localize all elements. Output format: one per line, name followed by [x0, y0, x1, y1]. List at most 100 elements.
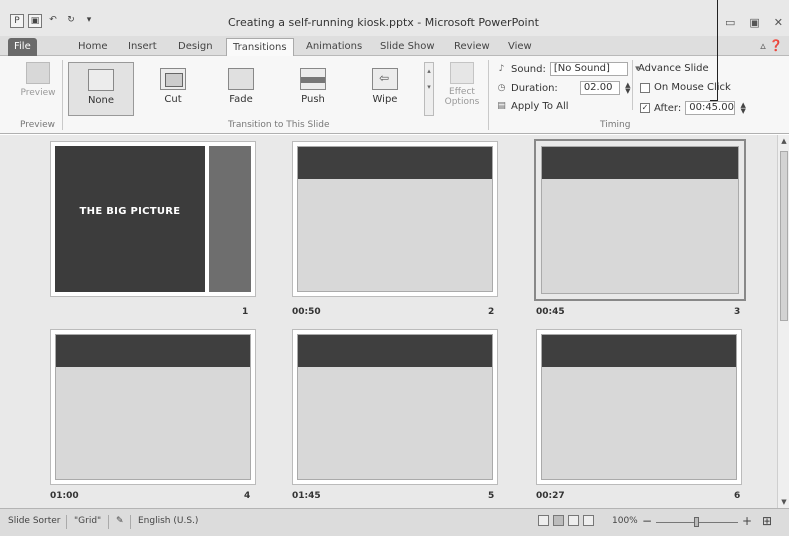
window-controls: ▭ ▣ ✕	[725, 16, 783, 29]
tab-review[interactable]: Review	[448, 38, 496, 56]
after-label: After:	[654, 102, 682, 114]
transition-label: None	[87, 95, 115, 106]
transition-push[interactable]: Push	[280, 62, 346, 116]
transition-fade[interactable]: Fade	[208, 62, 274, 116]
view-buttons	[538, 515, 594, 526]
duration-row: ◷ Duration: 02.00 ▲ ▼	[496, 81, 632, 95]
transition-wipe[interactable]: Wipe	[352, 62, 418, 116]
save-icon[interactable]: ▣	[28, 14, 42, 28]
push-transition-icon	[300, 68, 326, 90]
cut-transition-icon	[160, 68, 186, 90]
effect-options-icon	[450, 62, 474, 84]
title-slide-panel	[55, 146, 205, 292]
slide-content	[541, 146, 739, 294]
preview-icon	[26, 62, 50, 84]
sound-row: ♪ Sound: [No Sound] ▾	[496, 62, 643, 76]
duration-spinner[interactable]: ▲ ▼	[624, 82, 632, 95]
zoom-out-icon[interactable]: −	[642, 514, 652, 528]
slide-content	[55, 334, 251, 480]
tab-insert[interactable]: Insert	[122, 38, 163, 56]
language-indicator[interactable]: English (U.S.)	[138, 516, 198, 526]
close-icon[interactable]: ✕	[774, 16, 783, 29]
slide-timing: 00:27	[536, 491, 565, 501]
after-time-input[interactable]: 00:45.00	[685, 101, 736, 115]
scroll-thumb[interactable]	[780, 151, 788, 321]
clock-icon: ◷	[497, 82, 506, 93]
after-spinner[interactable]: ▲ ▼	[739, 102, 747, 115]
status-divider	[130, 515, 131, 529]
timing-group-label: Timing	[600, 120, 631, 130]
slide-show-view-icon[interactable]	[583, 515, 594, 526]
slide-timing: 01:00	[50, 491, 79, 501]
tab-design[interactable]: Design	[172, 38, 219, 56]
gallery-scroll-button[interactable]: ▴ ▾	[424, 62, 434, 116]
apply-to-all-button[interactable]: Apply To All	[511, 101, 569, 112]
on-mouse-click-checkbox[interactable]	[640, 82, 650, 93]
tab-transitions[interactable]: Transitions	[226, 38, 294, 57]
undo-icon[interactable]: ↶	[46, 14, 60, 28]
status-divider	[66, 515, 67, 529]
spell-check-icon[interactable]: ✎	[116, 516, 124, 526]
slide-thumbnail-3[interactable]	[534, 139, 746, 301]
slide-header-bar	[542, 147, 738, 179]
slide-timing: 00:50	[292, 307, 321, 317]
slide-header-bar	[298, 147, 492, 179]
zoom-level[interactable]: 100%	[612, 516, 638, 526]
powerpoint-app-icon[interactable]: P	[10, 14, 24, 28]
after-row: ✓ After: 00:45.00 ▲ ▼	[640, 101, 747, 115]
transition-group-label: Transition to This Slide	[228, 120, 330, 130]
slide-number: 1	[242, 307, 249, 317]
scroll-down-icon[interactable]: ▼	[780, 498, 788, 506]
preview-button[interactable]: Preview	[18, 62, 58, 98]
callout-tick	[710, 100, 718, 101]
normal-view-icon[interactable]	[538, 515, 549, 526]
help-icon[interactable]: ▵ ❓	[760, 39, 783, 52]
vertical-scrollbar[interactable]: ▲ ▼	[777, 135, 789, 508]
zoom-slider-knob[interactable]	[694, 517, 699, 527]
slide-thumbnail-6[interactable]	[536, 329, 742, 485]
slide-content	[541, 334, 737, 480]
redo-icon[interactable]: ↻	[64, 14, 78, 28]
slide-header-bar	[56, 335, 250, 367]
slide-timing: 00:45	[536, 307, 565, 317]
quick-access-toolbar: P ▣ ↶ ↻ ▾	[10, 14, 96, 28]
duration-label: Duration:	[511, 82, 558, 94]
tab-slide-show[interactable]: Slide Show	[374, 38, 441, 56]
customize-qat-icon[interactable]: ▾	[82, 14, 96, 28]
duration-input[interactable]: 02.00	[579, 81, 620, 95]
transition-label: Wipe	[372, 94, 398, 105]
scroll-up-icon[interactable]: ▲	[780, 137, 788, 145]
tab-view[interactable]: View	[502, 38, 538, 56]
minimize-icon[interactable]: ▭	[725, 16, 735, 29]
tab-home[interactable]: Home	[72, 38, 114, 56]
sound-dropdown[interactable]: [No Sound]	[549, 62, 628, 76]
slide-sorter-pane: THE BIG PICTURE 1 00:50 2 00:45 3 01:00 …	[0, 135, 777, 508]
after-checkbox[interactable]: ✓	[640, 103, 650, 113]
status-divider	[108, 515, 109, 529]
effect-options-button[interactable]: Effect Options	[440, 62, 484, 107]
fit-to-window-icon[interactable]: ⊞	[762, 514, 772, 528]
slide-content	[297, 146, 493, 292]
slide-thumbnail-5[interactable]	[292, 329, 498, 485]
restore-icon[interactable]: ▣	[749, 16, 759, 29]
slide-number: 5	[488, 491, 495, 501]
slide-thumbnail-1[interactable]: THE BIG PICTURE	[50, 141, 256, 297]
slide-number: 3	[734, 307, 741, 317]
sound-label: Sound:	[511, 63, 546, 75]
title-slide-side-panel	[209, 146, 251, 292]
slide-number: 6	[734, 491, 741, 501]
slide-timing: 01:45	[292, 491, 321, 501]
slide-sorter-view-icon[interactable]	[553, 515, 564, 526]
slide-content	[297, 334, 493, 480]
preview-group-label: Preview	[20, 120, 56, 130]
transition-cut[interactable]: Cut	[140, 62, 206, 116]
tab-animations[interactable]: Animations	[300, 38, 368, 56]
reading-view-icon[interactable]	[568, 515, 579, 526]
transition-none[interactable]: None	[68, 62, 134, 116]
effect-options-label: Effect Options	[444, 87, 480, 107]
transition-gallery: None Cut Fade Push Wipe	[66, 62, 422, 116]
slide-thumbnail-4[interactable]	[50, 329, 256, 485]
slide-thumbnail-2[interactable]	[292, 141, 498, 297]
zoom-in-icon[interactable]: +	[742, 514, 752, 528]
tab-file[interactable]: File	[8, 38, 37, 56]
